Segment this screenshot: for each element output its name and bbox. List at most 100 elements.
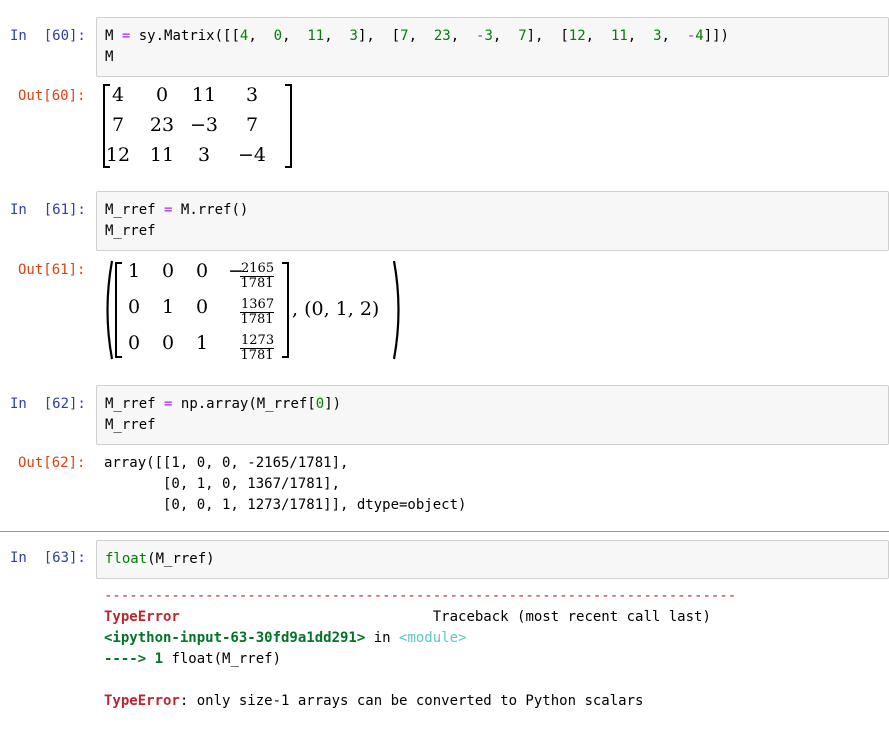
- traceback-code: float(M_rref): [171, 651, 282, 667]
- matrix-entry: 0: [195, 260, 209, 282]
- number: 4: [695, 28, 704, 44]
- matrix-entry: −4: [237, 144, 266, 166]
- matrix-entry: 3: [197, 144, 211, 166]
- fraction-numerator: 2165: [240, 261, 275, 277]
- traceback-label: Traceback (most recent call last): [432, 609, 711, 625]
- matrix-entry: −3: [189, 114, 218, 136]
- code-input[interactable]: float(M_rref): [96, 540, 889, 579]
- right-paren: [392, 260, 400, 360]
- code-token: ]): [324, 396, 342, 412]
- traceback-divider: ----------------------------------------…: [104, 588, 737, 604]
- code-token: ,: [585, 28, 611, 44]
- code-token: ,: [324, 28, 350, 44]
- fraction: 1367 1781: [240, 298, 274, 327]
- number: 7: [518, 28, 527, 44]
- fraction-numerator: 1273: [240, 333, 275, 349]
- operator: =: [164, 396, 173, 412]
- traceback-arrow: ----> 1: [104, 651, 172, 667]
- operator: =: [164, 202, 173, 218]
- code-token: M_rref: [105, 202, 156, 218]
- output-line: [0, 0, 1, 1273/1781]], dtype=object): [104, 497, 467, 513]
- fraction-numerator: 1367: [240, 297, 275, 313]
- code-token: ,: [661, 28, 687, 44]
- fraction: 1273 1781: [240, 334, 274, 363]
- code-token: M.rref(): [180, 202, 249, 218]
- matrix-entry: 0: [127, 296, 141, 318]
- code-input[interactable]: M_rref = M.rref() M_rref: [96, 191, 889, 251]
- matrix-entry: 11: [149, 144, 175, 166]
- array-output: array([[1, 0, 0, -2165/1781], [0, 1, 0, …: [104, 453, 466, 516]
- code-token: (M_rref): [147, 551, 215, 567]
- matrix-entry: 11: [191, 84, 217, 106]
- code-token: ], [: [526, 28, 569, 44]
- traceback-file: <ipython-input-63-30fd9a1dd291>: [104, 630, 366, 646]
- code-token: np.array(M_rref[: [180, 396, 316, 412]
- input-prompt: In [60]:: [10, 28, 86, 44]
- matrix-entry: 12: [105, 144, 131, 166]
- code-token: sy.Matrix([[: [138, 28, 240, 44]
- error-message: : only size-1 arrays can be converted to…: [179, 693, 644, 709]
- operator: =: [121, 28, 131, 44]
- matrix-entry: 1: [161, 296, 175, 318]
- code-input[interactable]: M = sy.Matrix([[4, 0, 11, 3], [7, 23, -3…: [96, 17, 889, 77]
- number: 12: [568, 28, 586, 44]
- output-line: [0, 1, 0, 1367/1781],: [104, 476, 341, 492]
- fraction-denominator: 1781: [240, 348, 274, 363]
- code-token: ], [: [357, 28, 401, 44]
- code-input[interactable]: M_rref = np.array(M_rref[0]) M_rref: [96, 385, 889, 445]
- code-token: ,: [408, 28, 434, 44]
- number: 23: [433, 28, 451, 44]
- code-token: M: [105, 28, 114, 44]
- right-bracket: [282, 262, 289, 358]
- matrix-entry: 7: [111, 114, 125, 136]
- matrix-entry: 3: [245, 84, 259, 106]
- left-paren: [106, 260, 114, 360]
- matrix-entry: 1: [195, 332, 209, 354]
- number: 7: [400, 28, 409, 44]
- number: 0: [273, 28, 283, 44]
- pivot-tuple: , (0, 1, 2): [292, 298, 380, 320]
- number: 3: [484, 28, 493, 44]
- number: 0: [315, 396, 325, 412]
- rref-output: 1 0 0−2165 1781 0 1 0 1367 1781 0 0 1 1273 1781 , (0,…: [100, 256, 410, 366]
- code-token: ,: [248, 28, 274, 44]
- code-token: in: [365, 630, 400, 646]
- error-type: TypeError: [104, 693, 180, 709]
- error-type: TypeError: [104, 609, 180, 625]
- operator: -: [686, 28, 696, 44]
- code-token: ,: [450, 28, 477, 44]
- error-output: ----------------------------------------…: [104, 586, 736, 712]
- fraction-denominator: 1781: [240, 312, 274, 327]
- number: 3: [349, 28, 358, 44]
- traceback-module: <module>: [399, 630, 467, 646]
- code-token: ]]): [703, 28, 729, 44]
- matrix-entry: 0: [155, 84, 169, 106]
- matrix-output: 4 0 11 3 7 23 −3 7 12 11 3 −4: [100, 82, 300, 172]
- code-token: ,: [627, 28, 654, 44]
- code-token: ,: [492, 28, 519, 44]
- code-token: M_rref: [105, 417, 156, 433]
- traceback-header: [180, 609, 433, 625]
- matrix-entry: 1: [127, 260, 141, 282]
- code-token: M_rref: [105, 396, 156, 412]
- code-token: ,: [282, 28, 308, 44]
- code-token: M: [105, 49, 114, 65]
- code-token: M_rref: [105, 223, 156, 239]
- matrix-entry: 0: [161, 332, 175, 354]
- matrix-entry: 23: [149, 114, 175, 136]
- output-line: array([[1, 0, 0, -2165/1781],: [104, 455, 349, 471]
- fraction: 2165 1781: [240, 262, 274, 291]
- input-prompt: In [61]:: [10, 202, 86, 218]
- matrix-entry: 4: [111, 84, 125, 106]
- number: 3: [653, 28, 662, 44]
- matrix-entry: 0: [161, 260, 175, 282]
- output-prompt: Out[61]:: [18, 262, 86, 278]
- right-bracket: [285, 84, 292, 168]
- selected-cell-border: [0, 531, 889, 532]
- fraction-denominator: 1781: [240, 276, 274, 291]
- number: 11: [610, 28, 628, 44]
- matrix-entry: 0: [127, 332, 141, 354]
- matrix-entry: 7: [245, 114, 259, 136]
- number: 11: [307, 28, 325, 44]
- matrix-entry: 0: [195, 296, 209, 318]
